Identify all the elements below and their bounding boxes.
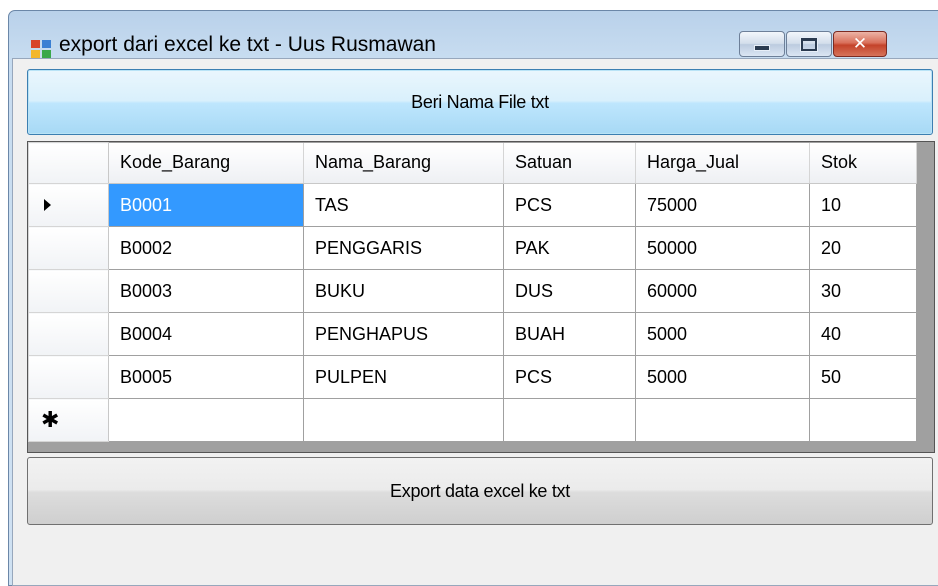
grid-cell[interactable]: B0001 xyxy=(108,183,304,227)
column-header-kode-barang[interactable]: Kode_Barang xyxy=(108,142,304,184)
row-header[interactable] xyxy=(28,269,109,313)
grid-cell[interactable]: 40 xyxy=(809,312,917,356)
grid-cell[interactable] xyxy=(303,398,504,442)
export-button[interactable]: Export data excel ke txt xyxy=(27,457,933,525)
column-header-harga-jual[interactable]: Harga_Jual xyxy=(635,142,810,184)
new-row-icon: ✱ xyxy=(41,406,60,432)
row-header[interactable] xyxy=(28,312,109,356)
grid-cell[interactable]: B0005 xyxy=(108,355,304,399)
corner-header[interactable] xyxy=(28,142,109,184)
minimize-button[interactable] xyxy=(739,31,785,57)
grid-cell[interactable]: 50 xyxy=(809,355,917,399)
grid-cell[interactable] xyxy=(809,398,917,442)
grid-cell[interactable] xyxy=(108,398,304,442)
grid-cell[interactable]: TAS xyxy=(303,183,504,227)
close-button[interactable]: ✕ xyxy=(833,31,887,57)
column-header-nama-barang[interactable]: Nama_Barang xyxy=(303,142,504,184)
grid-cell[interactable]: 60000 xyxy=(635,269,810,313)
app-icon[interactable] xyxy=(31,40,53,58)
grid-cell[interactable]: B0003 xyxy=(108,269,304,313)
grid-cell[interactable] xyxy=(635,398,810,442)
maximize-button[interactable] xyxy=(786,31,832,57)
grid-cell[interactable]: 20 xyxy=(809,226,917,270)
close-icon: ✕ xyxy=(852,34,868,53)
data-grid[interactable]: Kode_Barang Nama_Barang Satuan Harga_Jua… xyxy=(27,141,935,453)
column-header-stok[interactable]: Stok xyxy=(809,142,917,184)
grid-cell[interactable]: 5000 xyxy=(635,355,810,399)
grid-cell[interactable]: PAK xyxy=(503,226,636,270)
table-row[interactable]: B0005 PULPEN PCS 5000 50 xyxy=(28,355,917,399)
grid-cell[interactable] xyxy=(503,398,636,442)
grid-cell[interactable]: 50000 xyxy=(635,226,810,270)
grid-cell[interactable]: 10 xyxy=(809,183,917,227)
row-header[interactable] xyxy=(28,183,109,227)
grid-cell[interactable]: PENGGARIS xyxy=(303,226,504,270)
table-row[interactable]: B0003 BUKU DUS 60000 30 xyxy=(28,269,917,313)
grid-cell[interactable]: 30 xyxy=(809,269,917,313)
form-client-area: Beri Nama File txt Kode_Barang Nama_Bara… xyxy=(12,58,938,586)
column-header-satuan[interactable]: Satuan xyxy=(503,142,636,184)
row-header[interactable]: ✱ xyxy=(28,398,109,442)
grid-table: Kode_Barang Nama_Barang Satuan Harga_Jua… xyxy=(28,142,917,442)
maximize-icon xyxy=(801,37,817,51)
table-row[interactable]: B0001 TAS PCS 75000 10 xyxy=(28,183,917,227)
new-row[interactable]: ✱ xyxy=(28,398,917,442)
table-row[interactable]: B0004 PENGHAPUS BUAH 5000 40 xyxy=(28,312,917,356)
row-header[interactable] xyxy=(28,226,109,270)
grid-cell[interactable]: PULPEN xyxy=(303,355,504,399)
grid-cell[interactable]: BUAH xyxy=(503,312,636,356)
grid-cell[interactable]: PCS xyxy=(503,355,636,399)
grid-cell[interactable]: B0002 xyxy=(108,226,304,270)
row-header[interactable] xyxy=(28,355,109,399)
grid-cell[interactable]: 75000 xyxy=(635,183,810,227)
grid-cell[interactable]: B0004 xyxy=(108,312,304,356)
header-row: Kode_Barang Nama_Barang Satuan Harga_Jua… xyxy=(28,142,917,184)
window-title: export dari excel ke txt - Uus Rusmawan xyxy=(59,33,436,56)
current-row-arrow-icon xyxy=(44,199,51,211)
grid-cell[interactable]: BUKU xyxy=(303,269,504,313)
grid-cell[interactable]: 5000 xyxy=(635,312,810,356)
name-file-button[interactable]: Beri Nama File txt xyxy=(27,69,933,135)
grid-cell[interactable]: PENGHAPUS xyxy=(303,312,504,356)
grid-cell[interactable]: DUS xyxy=(503,269,636,313)
grid-cell[interactable]: PCS xyxy=(503,183,636,227)
table-row[interactable]: B0002 PENGGARIS PAK 50000 20 xyxy=(28,226,917,270)
minimize-icon xyxy=(754,45,770,51)
